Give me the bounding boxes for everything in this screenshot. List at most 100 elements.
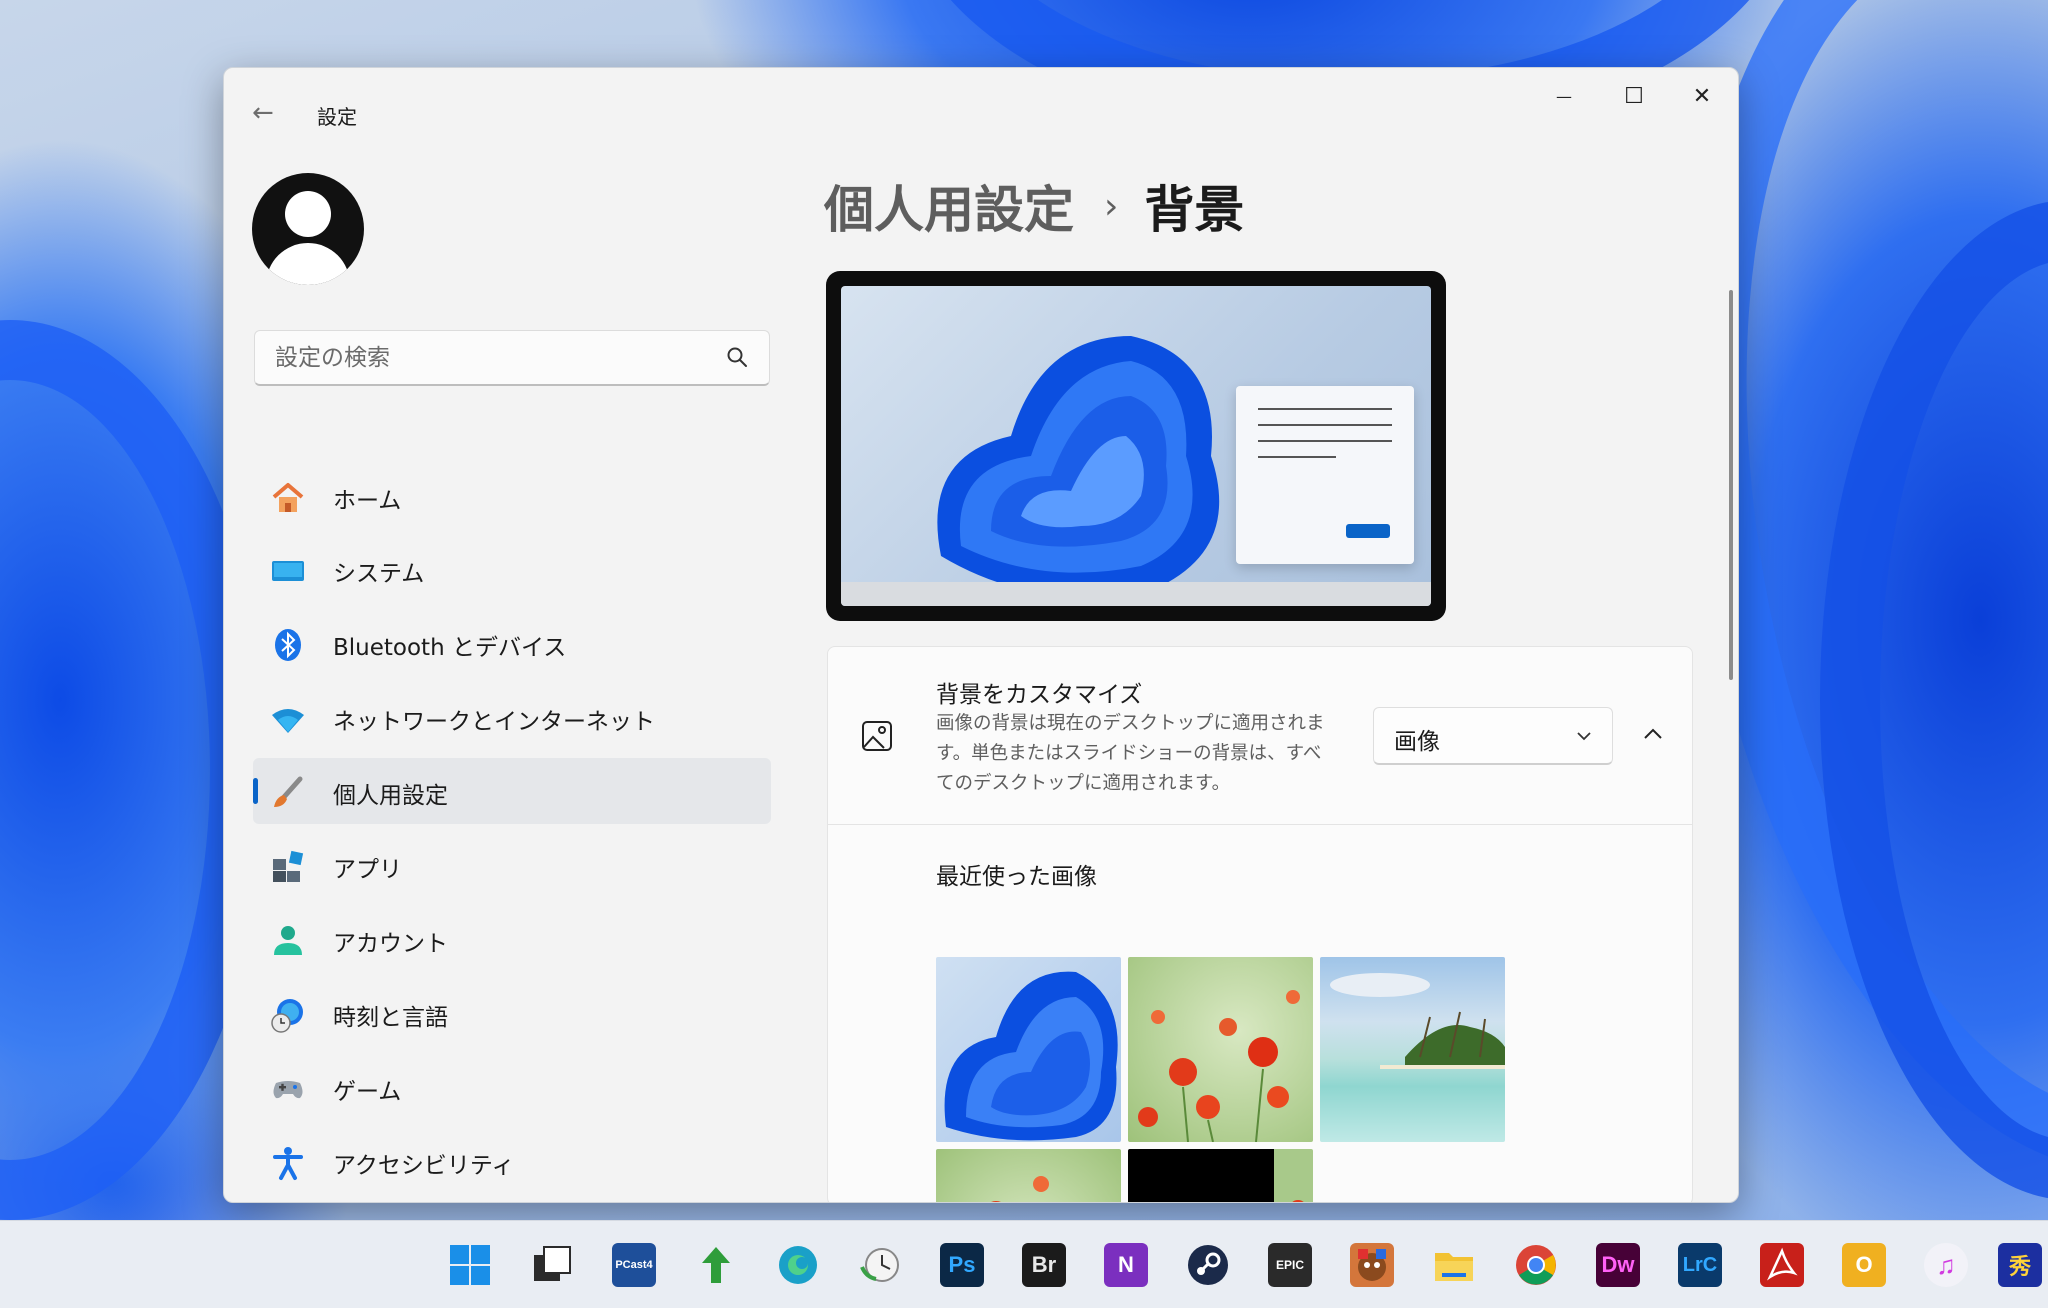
sidebar-item-label: 時刻と言語 (333, 1005, 448, 1031)
close-icon: ✕ (1692, 83, 1712, 109)
breadcrumb-parent[interactable]: 個人用設定 (824, 170, 1074, 242)
home-icon (272, 483, 304, 512)
settings-window: ← 設定 — ☐ ✕ ホーム システム Blu (223, 67, 1739, 1203)
sidebar-item-label: システム (333, 561, 425, 587)
search-icon[interactable] (725, 345, 749, 369)
maximize-icon: ☐ (1624, 83, 1644, 109)
acrobat-icon (1767, 1247, 1798, 1281)
breadcrumb: 個人用設定 › 背景 (824, 171, 1244, 241)
taskbar-app-file-explorer[interactable] (1432, 1243, 1476, 1287)
taskbar-app-pcast[interactable]: PCast4 (612, 1243, 656, 1287)
setting-title: 背景をカスタマイズ (936, 682, 1143, 708)
windows-logo-icon (450, 1245, 490, 1285)
system-icon (272, 561, 304, 581)
vertical-scrollbar[interactable] (1729, 290, 1733, 680)
taskbar-app-edge[interactable] (776, 1243, 820, 1287)
selection-indicator (253, 778, 258, 804)
background-settings-card: 背景をカスタマイズ 画像の背景は現在のデスクトップに適用されます。単色またはスラ… (827, 646, 1693, 1202)
back-arrow-icon[interactable]: ← (252, 98, 274, 128)
setting-description: 画像の背景は現在のデスクトップに適用されます。単色またはスライドショーの背景は、… (936, 713, 1325, 794)
sidebar-item-personalization[interactable]: 個人用設定 (253, 758, 771, 824)
task-view-icon (534, 1246, 571, 1281)
taskbar-app-hide[interactable]: 秀 (1998, 1243, 2042, 1287)
hide-app-label: 秀 (2008, 1254, 2031, 1279)
bloom-wallpaper-image (937, 336, 1220, 596)
taskbar-app-onenote[interactable]: N (1104, 1243, 1148, 1287)
green-arrow-icon (702, 1247, 730, 1283)
taskbar-app-acrobat[interactable] (1760, 1243, 1804, 1287)
recent-image-black[interactable] (1128, 1149, 1313, 1202)
taskbar-app-dreamweaver[interactable]: Dw (1596, 1243, 1640, 1287)
bloom-image (944, 971, 1118, 1141)
epic-games-label: EPIC (1275, 1258, 1304, 1272)
poppies-image-2 (991, 1176, 1049, 1202)
user-avatar[interactable] (252, 173, 364, 285)
taskbar-app-itunes[interactable]: ♫ (1924, 1243, 1968, 1287)
sidebar-item-label: アカウント (333, 931, 448, 957)
bridge-label: Br (1031, 1252, 1057, 1277)
taskbar: PCast4 Ps Br N EPIC Dw LrC O ♫ 秀 (0, 1220, 2048, 1308)
chrome-icon (1516, 1245, 1556, 1285)
wifi-icon (272, 709, 304, 733)
poppies-image (1138, 990, 1300, 1142)
taskbar-app-game[interactable] (1350, 1243, 1394, 1287)
edge-icon (779, 1246, 817, 1284)
taskbar-app-clock[interactable] (858, 1243, 902, 1287)
taskbar-app-outlook[interactable]: O (1842, 1243, 1886, 1287)
sidebar-item-gaming[interactable]: ゲーム (253, 1054, 771, 1120)
taskbar-app-photoshop[interactable]: Ps (940, 1243, 984, 1287)
chevron-up-icon[interactable] (1638, 719, 1668, 749)
beach-image (1330, 973, 1505, 1069)
pcast-label: PCast4 (615, 1259, 653, 1271)
folder-icon (1435, 1253, 1473, 1281)
sidebar-item-accessibility[interactable]: アクセシビリティ (253, 1128, 771, 1194)
sidebar-item-label: アプリ (333, 857, 402, 883)
recent-image-bloom[interactable] (936, 957, 1121, 1142)
preview-taskbar (841, 582, 1431, 606)
sidebar-item-system[interactable]: システム (253, 536, 771, 602)
sidebar-item-apps[interactable]: アプリ (253, 832, 771, 898)
preview-screen (841, 286, 1431, 606)
taskbar-app-arrow[interactable] (694, 1243, 738, 1287)
sidebar-item-bluetooth[interactable]: Bluetooth とデバイス (253, 610, 771, 676)
sidebar-item-network[interactable]: ネットワークとインターネット (253, 684, 771, 750)
start-button[interactable] (448, 1243, 492, 1287)
task-view-button[interactable] (530, 1243, 574, 1287)
sidebar-item-label: ネットワークとインターネット (333, 709, 655, 735)
black-image (1292, 1200, 1304, 1202)
sidebar-item-label: ゲーム (333, 1079, 402, 1105)
taskbar-app-lightroom[interactable]: LrC (1678, 1243, 1722, 1287)
sidebar-item-time-language[interactable]: 時刻と言語 (253, 980, 771, 1046)
recent-images-title: 最近使った画像 (936, 864, 1097, 890)
time-language-icon (271, 999, 303, 1033)
sidebar-item-label: ホーム (333, 488, 402, 514)
outlook-label: O (1855, 1252, 1873, 1277)
taskbar-app-chrome[interactable] (1514, 1243, 1558, 1287)
account-icon (274, 926, 302, 955)
sidebar-item-label: 個人用設定 (333, 783, 448, 809)
taskbar-app-bridge[interactable]: Br (1022, 1243, 1066, 1287)
background-type-dropdown[interactable]: 画像 (1373, 707, 1613, 765)
minimize-button[interactable]: — (1530, 76, 1598, 116)
desktop-preview (826, 271, 1446, 621)
close-button[interactable]: ✕ (1668, 76, 1736, 116)
maximize-button[interactable]: ☐ (1600, 76, 1668, 116)
sidebar-item-accounts[interactable]: アカウント (253, 906, 771, 972)
chevron-down-icon (1577, 732, 1591, 741)
recent-image-beach[interactable] (1320, 957, 1505, 1142)
search-input[interactable] (275, 344, 715, 371)
background-customize-row[interactable]: 背景をカスタマイズ 画像の背景は現在のデスクトップに適用されます。単色またはスラ… (828, 647, 1692, 825)
recent-image-poppies[interactable] (1128, 957, 1313, 1142)
sidebar-item-home[interactable]: ホーム (253, 463, 771, 529)
taskbar-app-steam[interactable] (1186, 1243, 1230, 1287)
clock-icon (860, 1248, 899, 1282)
preview-dialog (1236, 386, 1414, 564)
itunes-icon: ♫ (1936, 1249, 1956, 1280)
taskbar-app-epic-games[interactable]: EPIC (1268, 1243, 1312, 1287)
search-box[interactable] (254, 330, 770, 386)
game-character-icon (1358, 1249, 1386, 1281)
lightroom-label: LrC (1682, 1253, 1718, 1276)
recent-image-poppies-2[interactable] (936, 1149, 1121, 1202)
onenote-label: N (1118, 1252, 1134, 1277)
minimize-icon: — (1556, 86, 1572, 106)
